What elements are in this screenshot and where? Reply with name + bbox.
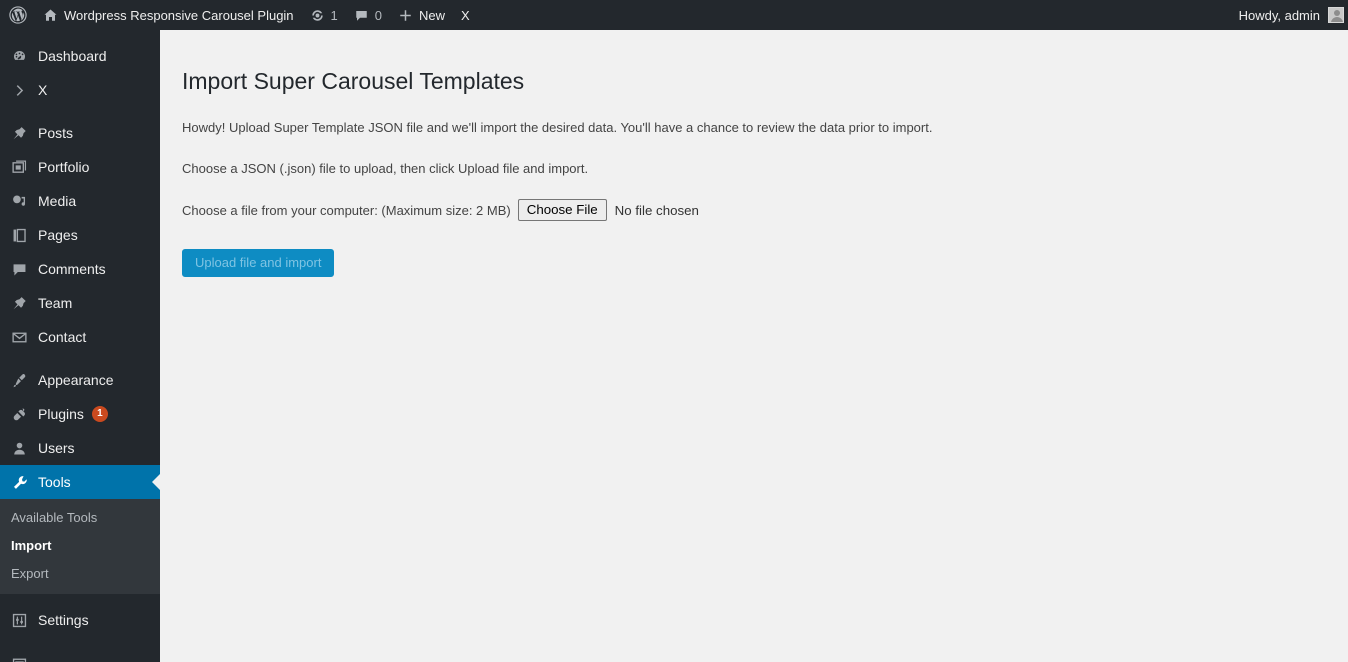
sidebar-item-label: Comments <box>38 261 106 277</box>
sidebar-item-partial-cutoff[interactable] <box>0 646 160 662</box>
sidebar-item-portfolio[interactable]: Portfolio <box>0 150 160 184</box>
sidebar-item-plugins[interactable]: Plugins 1 <box>0 397 160 431</box>
sidebar-item-pages[interactable]: Pages <box>0 218 160 252</box>
sidebar-item-dashboard[interactable]: Dashboard <box>0 39 160 73</box>
sidebar-item-label: Plugins <box>38 406 84 422</box>
comment-bubble-icon <box>354 8 369 23</box>
pin-icon <box>9 123 29 143</box>
avatar <box>1328 7 1344 23</box>
chevron-right-icon <box>9 80 29 100</box>
tools-submenu: Available Tools Import Export <box>0 499 160 594</box>
comments-count: 0 <box>374 7 383 23</box>
plus-icon <box>398 8 413 23</box>
menu-separator <box>0 354 160 363</box>
sidebar-item-label: Portfolio <box>38 159 90 175</box>
comments-menu[interactable]: 0 <box>346 0 390 30</box>
sidebar-item-label: Team <box>38 295 73 311</box>
sidebar-item-comments[interactable]: Comments <box>0 252 160 286</box>
adminbar-extra-label: X <box>461 7 470 23</box>
sidebar-item-users[interactable]: Users <box>0 431 160 465</box>
file-input-label: Choose a file from your computer: (Maxim… <box>182 202 511 218</box>
sidebar-item-label: Contact <box>38 329 87 345</box>
instruction-paragraph: Choose a JSON (.json) file to upload, th… <box>182 160 589 176</box>
paintbrush-icon <box>9 370 29 390</box>
menu-separator <box>0 107 160 116</box>
new-content-menu[interactable]: New <box>390 0 453 30</box>
sidebar-item-settings[interactable]: Settings <box>0 603 160 637</box>
submenu-item-export[interactable]: Export <box>0 560 160 588</box>
media-icon <box>9 191 29 211</box>
pin-icon <box>9 293 29 313</box>
menu-separator <box>0 594 160 603</box>
file-upload-row: Choose a file from your computer: (Maxim… <box>182 199 1328 221</box>
submenu-item-import[interactable]: Import <box>0 532 160 560</box>
updates-icon <box>310 8 325 23</box>
sidebar-item-label: X <box>38 82 48 98</box>
sidebar-item-media[interactable]: Media <box>0 184 160 218</box>
page-title: Import Super Carousel Templates <box>182 68 525 94</box>
plugins-update-badge: 1 <box>91 406 108 422</box>
sidebar-item-contact[interactable]: Contact <box>0 320 160 354</box>
admin-bar: Wordpress Responsive Carousel Plugin 1 0… <box>0 0 1348 30</box>
updates-count: 1 <box>330 7 338 23</box>
sidebar-item-label: Users <box>38 440 75 456</box>
plug-icon <box>9 404 29 424</box>
updates-menu[interactable]: 1 <box>302 0 346 30</box>
current-menu-arrow-icon <box>152 474 160 490</box>
howdy-label: Howdy, admin <box>1238 7 1320 23</box>
user-icon <box>9 438 29 458</box>
submenu-item-available-tools[interactable]: Available Tools <box>0 504 160 532</box>
sidebar-item-team[interactable]: Team <box>0 286 160 320</box>
settings-sliders-icon <box>9 610 29 630</box>
main-content: Import Super Carousel Templates Howdy! U… <box>160 30 1348 662</box>
site-name-label: Wordpress Responsive Carousel Plugin <box>64 7 294 23</box>
sidebar-item-posts[interactable]: Posts <box>0 116 160 150</box>
new-label: New <box>419 7 446 23</box>
menu-separator <box>0 30 160 39</box>
wordpress-logo-menu[interactable] <box>0 0 35 30</box>
admin-sidebar-menu: Dashboard X Posts Portfolio Media Pages … <box>0 30 160 662</box>
intro-paragraph: Howdy! Upload Super Template JSON file a… <box>182 120 933 135</box>
upload-and-import-button[interactable]: Upload file and import <box>182 249 335 277</box>
adminbar-extra-menu[interactable]: X <box>453 0 478 30</box>
choose-file-button[interactable]: Choose File <box>517 199 607 221</box>
my-account-menu[interactable]: Howdy, admin <box>1231 0 1348 30</box>
sidebar-item-label: Dashboard <box>38 48 107 64</box>
sidebar-item-label: Posts <box>38 125 74 141</box>
sidebar-item-label: Settings <box>38 612 89 628</box>
sidebar-item-label: Tools <box>38 474 71 490</box>
dashboard-icon <box>9 46 29 66</box>
file-chosen-status: No file chosen <box>614 202 699 218</box>
wordpress-logo-icon <box>9 6 27 24</box>
site-name-menu[interactable]: Wordpress Responsive Carousel Plugin <box>35 0 302 30</box>
envelope-icon <box>9 327 29 347</box>
wrench-icon <box>9 472 29 492</box>
pages-icon <box>9 225 29 245</box>
sidebar-item-label: Pages <box>38 227 78 243</box>
menu-separator <box>0 637 160 646</box>
comment-bubble-icon <box>9 259 29 279</box>
portfolio-icon <box>9 157 29 177</box>
home-icon <box>43 8 58 23</box>
generic-plugin-icon <box>9 653 29 662</box>
sidebar-item-label: Media <box>38 193 77 209</box>
sidebar-item-appearance[interactable]: Appearance <box>0 363 160 397</box>
sidebar-item-label: Appearance <box>38 372 114 388</box>
sidebar-item-tools[interactable]: Tools <box>0 465 160 499</box>
sidebar-item-x[interactable]: X <box>0 73 160 107</box>
